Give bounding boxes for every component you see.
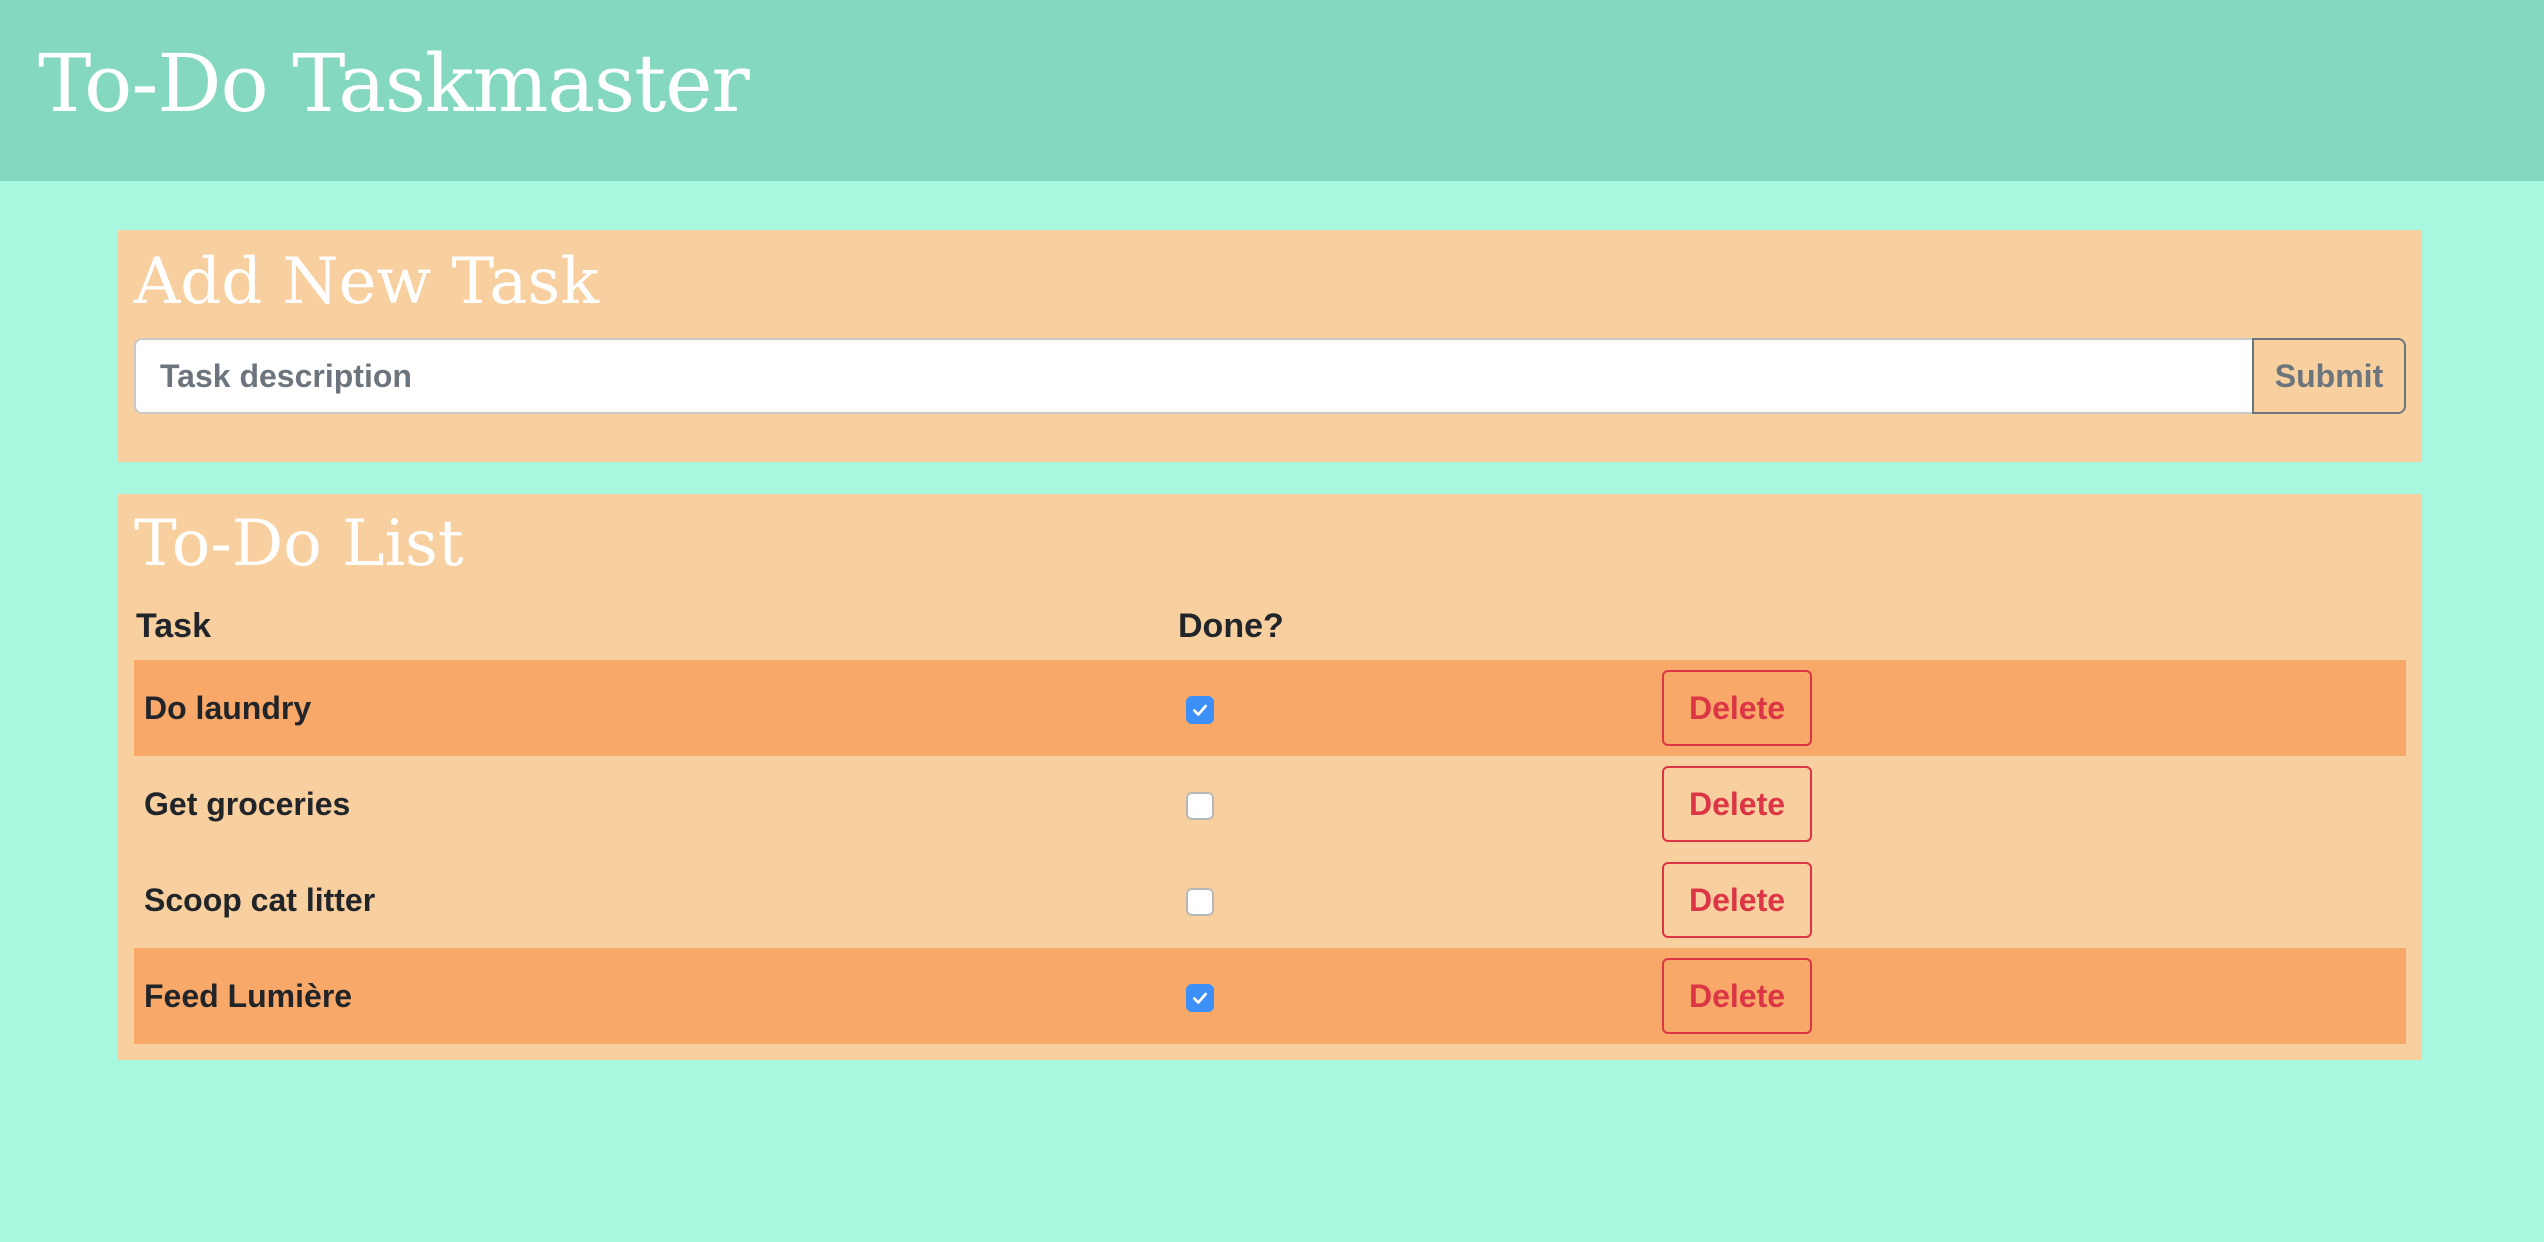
column-header-done: Done?	[1178, 607, 1284, 645]
app-header: To-Do Taskmaster	[0, 0, 2544, 181]
done-checkbox[interactable]	[1186, 984, 1214, 1012]
table-row: Do laundry Delete	[134, 660, 2406, 756]
task-name: Do laundry	[144, 690, 312, 726]
delete-button[interactable]: Delete	[1662, 958, 1812, 1034]
done-checkbox[interactable]	[1186, 888, 1214, 916]
checkmark-icon	[1193, 704, 1207, 716]
table-row: Feed Lumière Delete	[134, 948, 2406, 1044]
done-checkbox[interactable]	[1186, 696, 1214, 724]
add-task-heading: Add New Task	[134, 245, 599, 319]
task-name: Get groceries	[144, 786, 351, 822]
table-row: Get groceries Delete	[134, 756, 2406, 852]
add-task-form: Submit	[134, 338, 2406, 414]
task-name: Scoop cat litter	[144, 882, 376, 918]
table-row: Scoop cat litter Delete	[134, 852, 2406, 948]
task-description-input[interactable]	[134, 338, 2252, 414]
app-title: To-Do Taskmaster	[38, 37, 750, 130]
submit-button[interactable]: Submit	[2252, 338, 2406, 414]
todo-list-heading: To-Do List	[134, 507, 464, 581]
delete-button[interactable]: Delete	[1662, 862, 1812, 938]
checkmark-icon	[1193, 992, 1207, 1004]
delete-button[interactable]: Delete	[1662, 766, 1812, 842]
delete-button[interactable]: Delete	[1662, 670, 1812, 746]
add-task-panel: Add New Task Submit	[118, 230, 2422, 462]
todo-list-panel: To-Do List Task Done? Do laundry Delete …	[118, 494, 2422, 1060]
task-name: Feed Lumière	[144, 978, 353, 1014]
done-checkbox[interactable]	[1186, 792, 1214, 820]
task-table: Do laundry Delete Get groceries Delete S…	[134, 660, 2406, 1044]
column-header-task: Task	[136, 607, 211, 645]
